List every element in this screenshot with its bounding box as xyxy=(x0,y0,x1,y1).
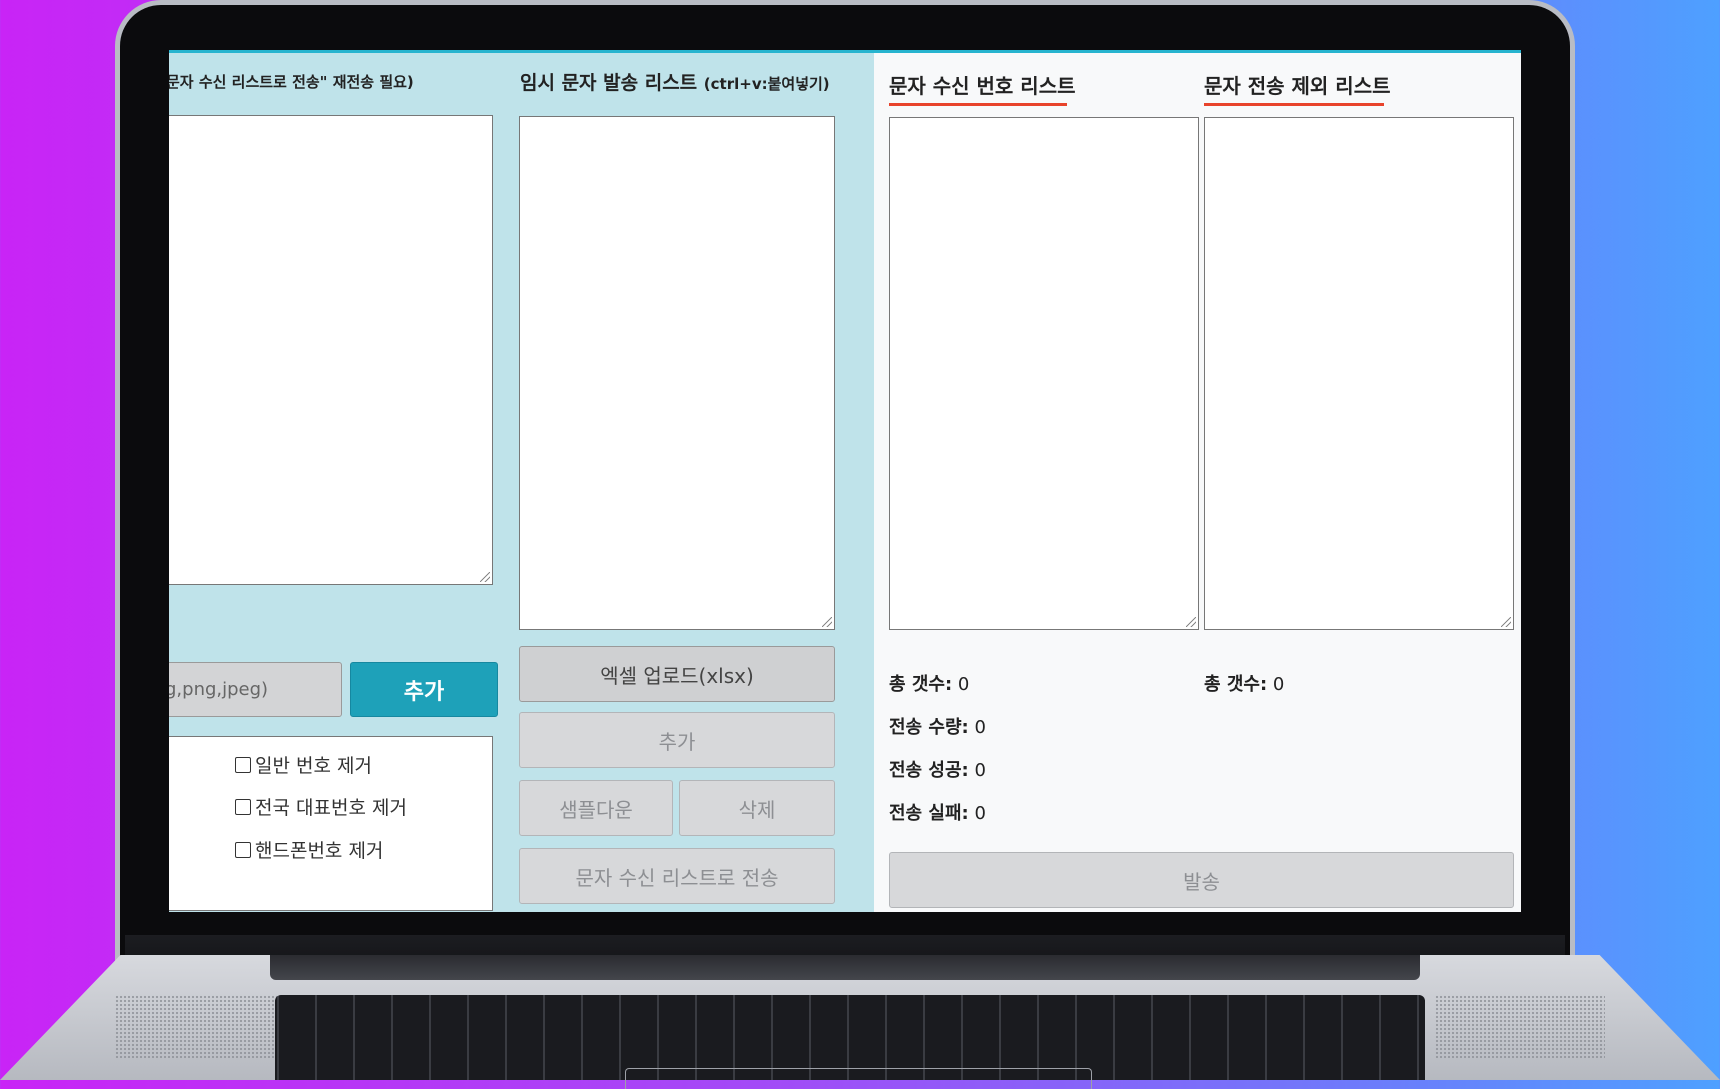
resize-grip-icon[interactable] xyxy=(480,572,490,582)
right-panel: 문자 수신 번호 리스트 문자 전송 제외 리스트 총 갯수: 0 전송 수량:… xyxy=(874,53,1521,912)
excel-upload-button[interactable]: 엑셀 업로드(xlsx) xyxy=(519,646,835,702)
temp-list-title: 임시 문자 발송 리스트 xyxy=(520,72,698,94)
stat-value: 0 xyxy=(974,717,986,738)
option-remove-normal[interactable]: 일반 번호 제거 xyxy=(235,751,372,778)
recv-list-textarea[interactable] xyxy=(889,117,1199,630)
send-to-recv-list-button[interactable]: 문자 수신 리스트로 전송 xyxy=(519,848,835,904)
laptop-trackpad xyxy=(625,1068,1092,1089)
stat-label: 전송 수량: xyxy=(889,717,969,738)
option-label: 핸드폰번호 제거 xyxy=(255,840,384,862)
checkbox-icon[interactable] xyxy=(235,841,251,858)
resize-grip-icon[interactable] xyxy=(1186,617,1196,627)
app-screen: 문자 수신 리스트로 전송" 재전송 필요) g,png,jpeg) 추가 일반… xyxy=(169,50,1521,912)
resize-grip-icon[interactable] xyxy=(1501,617,1511,627)
stat-label: 총 갯수: xyxy=(889,674,953,695)
resize-grip-icon[interactable] xyxy=(822,617,832,627)
exclude-total: 총 갯수: 0 xyxy=(1204,670,1284,696)
exclude-list-heading: 문자 전송 제외 리스트 xyxy=(1204,70,1391,106)
stat-label: 총 갯수: xyxy=(1204,674,1268,695)
file-input[interactable]: g,png,jpeg) xyxy=(169,662,342,717)
laptop-hinge-bar xyxy=(270,955,1420,980)
option-remove-mobile[interactable]: 핸드폰번호 제거 xyxy=(235,836,383,863)
left-add-button[interactable]: 추가 xyxy=(350,662,498,717)
speaker-grill-left xyxy=(115,995,285,1060)
option-label: 일반 번호 제거 xyxy=(255,755,372,777)
temp-list-textarea[interactable] xyxy=(519,116,835,630)
stat-value: 0 xyxy=(974,760,986,781)
exclude-list-textarea[interactable] xyxy=(1204,117,1514,630)
option-label: 전국 대표번호 제거 xyxy=(255,797,407,819)
send-success: 전송 성공: 0 xyxy=(889,756,986,782)
recv-list-heading: 문자 수신 번호 리스트 xyxy=(889,70,1076,106)
stat-label: 전송 성공: xyxy=(889,760,969,781)
stat-label: 전송 실패: xyxy=(889,803,969,824)
stat-value: 0 xyxy=(1272,674,1285,695)
stat-value: 0 xyxy=(974,803,986,824)
speaker-grill-right xyxy=(1435,995,1605,1060)
delete-button[interactable]: 삭제 xyxy=(679,780,835,836)
middle-add-button[interactable]: 추가 xyxy=(519,712,835,768)
option-remove-national[interactable]: 전국 대표번호 제거 xyxy=(235,793,407,820)
checkbox-icon[interactable] xyxy=(235,756,251,773)
send-count: 전송 수량: 0 xyxy=(889,713,986,739)
left-textarea[interactable] xyxy=(169,115,493,585)
send-fail: 전송 실패: 0 xyxy=(889,799,986,825)
stat-value: 0 xyxy=(957,674,970,695)
filter-options-box: 일반 번호 제거 전국 대표번호 제거 핸드폰번호 제거 xyxy=(169,736,493,911)
recv-total: 총 갯수: 0 xyxy=(889,670,969,696)
left-column-heading: 문자 수신 리스트로 전송" 재전송 필요) xyxy=(169,73,414,91)
sample-download-button[interactable]: 샘플다운 xyxy=(519,780,673,836)
temp-list-hint: (ctrl+v:붙여넣기) xyxy=(703,75,830,93)
send-button[interactable]: 발송 xyxy=(889,852,1514,908)
checkbox-icon[interactable] xyxy=(235,798,251,815)
temp-list-heading: 임시 문자 발송 리스트 (ctrl+v:붙여넣기) xyxy=(520,68,830,95)
